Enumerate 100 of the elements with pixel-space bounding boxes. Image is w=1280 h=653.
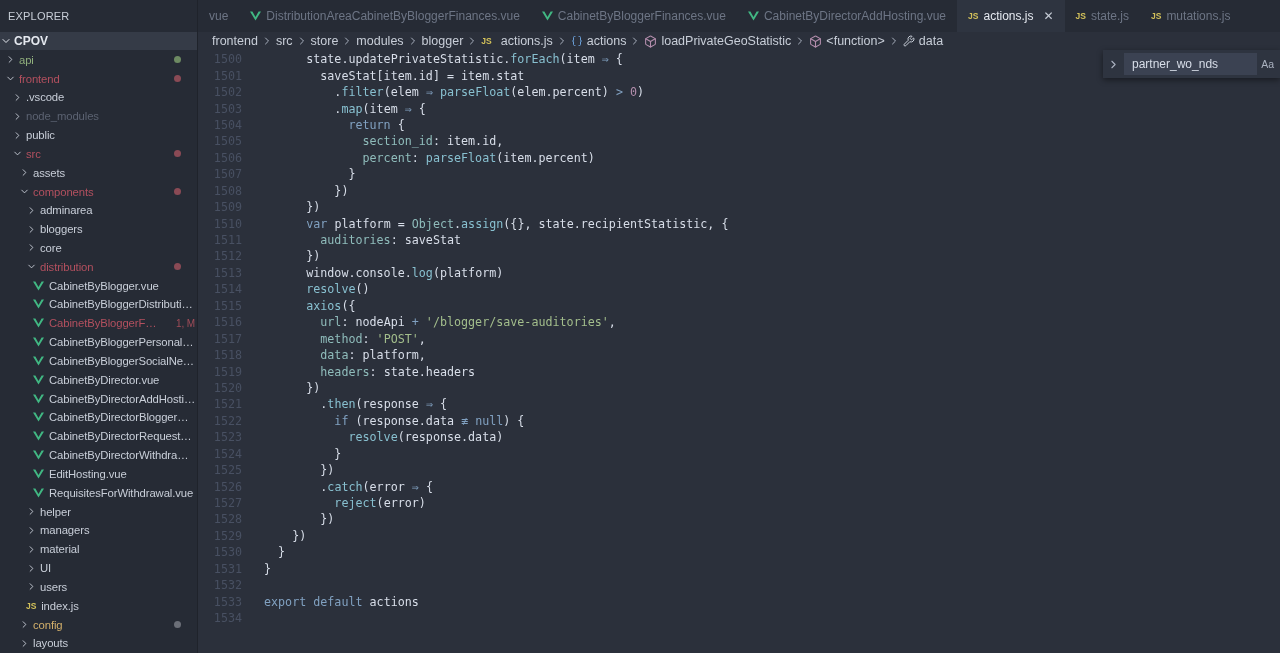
tree-item[interactable]: managers	[0, 521, 197, 540]
tree-item[interactable]: CabinetByBloggerDistributi…	[0, 295, 197, 314]
breadcrumb-item[interactable]: loadPrivateGeoStatistic	[644, 34, 792, 48]
editor-tab[interactable]: JS actions.js ✕	[957, 0, 1065, 32]
tree-item[interactable]: CabinetByDirector.vue	[0, 370, 197, 390]
wrench-icon	[902, 35, 915, 47]
tree-item[interactable]: CabinetByDirectorRequest…	[0, 426, 197, 446]
vue-file-icon	[33, 355, 44, 366]
breadcrumb-item[interactable]: actions	[570, 34, 627, 48]
vue-file-icon	[33, 280, 44, 291]
code-line: resolve()	[305, 282, 370, 297]
vue-file-icon	[33, 337, 44, 348]
problem-count-label: 1, M	[175, 317, 195, 329]
tree-item[interactable]: CabinetByDirectorBlogger…	[0, 408, 197, 427]
editor-tab[interactable]: JS mutations.js	[1139, 0, 1242, 32]
breadcrumb-item[interactable]: blogger	[421, 34, 464, 48]
vue-file-icon	[33, 412, 44, 423]
js-file-icon: JS	[1075, 11, 1086, 21]
js-file-icon: JS	[26, 600, 37, 611]
tree-item[interactable]: CabinetByDirectorAddHosti…	[0, 389, 197, 409]
code-line: .then(response ⇒ {	[319, 397, 447, 412]
code-line: })	[291, 528, 307, 543]
vue-file-icon	[541, 11, 553, 21]
js-file-icon: JS	[481, 36, 492, 46]
explorer-title: EXPLORER	[7, 8, 71, 24]
code-line: }	[333, 446, 342, 461]
code-line: }	[277, 545, 286, 560]
code-line: }	[264, 561, 272, 576]
code-line: .filter(elem ⇒ parseFloat(elem.percent) > 0)	[333, 85, 645, 100]
js-file-icon: JS	[1150, 11, 1162, 21]
code-line: resolve(response.data)	[347, 430, 504, 445]
tree-item[interactable]: CabinetByBloggerPersonal…	[0, 332, 197, 352]
cube-icon	[644, 34, 658, 48]
tree-item[interactable]: UI	[0, 558, 197, 578]
breadcrumb-item[interactable]: frontend	[212, 34, 258, 48]
code-line: export default actions	[264, 594, 419, 609]
tree-item[interactable]: CabinetByBlogger.vue	[0, 276, 197, 296]
tree-item[interactable]: CabinetByBloggerSocialNe…	[0, 351, 197, 371]
tree-item[interactable]: core	[0, 238, 197, 258]
vue-file-icon	[33, 299, 44, 310]
tree-item[interactable]: helper	[0, 502, 197, 521]
tree-item[interactable]: public	[0, 125, 197, 145]
tree-item[interactable]: CabinetByDirectorWithdra…	[0, 445, 197, 465]
workspace-root[interactable]: CPOV	[0, 31, 197, 51]
tree-item[interactable]: material	[0, 539, 197, 559]
tree-item[interactable]: layouts	[0, 633, 197, 653]
editor-tab[interactable]: JS state.js	[1064, 0, 1140, 32]
tree-item[interactable]: .vscode	[0, 87, 197, 107]
close-icon[interactable]: ✕	[1043, 9, 1054, 23]
vue-file-icon	[33, 318, 44, 329]
code-line: data: platform,	[319, 348, 426, 363]
vue-file-icon	[33, 468, 44, 479]
code-line: window.console.log(platform)	[305, 265, 504, 280]
code-line: .catch(error ⇒ {	[319, 479, 433, 494]
code-line: })	[333, 183, 349, 198]
code-line: })	[305, 249, 321, 264]
breadcrumb-item[interactable]: JS actions.js	[481, 34, 553, 48]
js-file-icon: JS	[968, 11, 979, 21]
code-line: })	[305, 200, 321, 215]
code-line: section_id: item.id,	[361, 134, 504, 149]
tree-item[interactable]: EditHosting.vue	[0, 464, 197, 484]
vue-file-icon	[33, 487, 44, 498]
vue-file-icon	[747, 11, 759, 21]
code-line: .map(item ⇒ {	[333, 101, 426, 116]
code-line: if (response.data ≢ null) {	[333, 413, 525, 428]
breadcrumb-item[interactable]: <function>	[809, 34, 885, 48]
variable-icon	[570, 35, 583, 47]
code-line: axios({	[305, 298, 356, 313]
tree-item[interactable]: users	[0, 577, 197, 597]
code-line: headers: state.headers	[319, 364, 476, 379]
tree-item[interactable]: assets	[0, 163, 197, 183]
code-line: reject(error)	[333, 496, 426, 511]
breadcrumb-item[interactable]: src	[275, 34, 293, 48]
code-line: }	[347, 167, 356, 182]
code-line: percent: parseFloat(item.percent)	[361, 150, 595, 165]
vue-file-icon	[33, 450, 44, 461]
vue-file-icon	[250, 11, 262, 21]
tree-item[interactable]: adminarea	[0, 200, 197, 220]
code-line: var platform = Object.assign({}, state.recipientStatistic, {	[305, 216, 729, 231]
code-line: state.updatePrivateStatistic.forEach(item ⇒ {	[305, 52, 623, 67]
tree-item[interactable]: config	[0, 615, 197, 634]
vue-file-icon	[33, 393, 44, 404]
code-line: })	[319, 463, 335, 478]
tree-item[interactable]: RequisitesForWithdrawal.vue	[0, 483, 197, 503]
cube-icon	[809, 34, 823, 48]
code-line: auditories: saveStat	[319, 233, 462, 248]
match-case-toggle[interactable]: Aa	[1261, 58, 1280, 70]
tree-item[interactable]: JS index.js	[0, 596, 197, 616]
code-line: saveStat[item.id] = item.stat	[319, 68, 525, 83]
vue-file-icon	[33, 374, 44, 385]
code-line: url: nodeApi + '/blogger/save-auditories',	[319, 315, 616, 330]
breadcrumb-item[interactable]: store	[310, 34, 339, 48]
vue-file-icon	[33, 431, 44, 442]
breadcrumb-item[interactable]: data	[902, 34, 944, 48]
tree-item[interactable]: bloggers	[0, 219, 197, 239]
code-line: })	[319, 512, 335, 527]
tree-item[interactable]: api	[0, 50, 197, 70]
find-input[interactable]: partner_wo_nds	[1124, 53, 1258, 75]
code-line: method: 'POST',	[319, 331, 426, 346]
breadcrumb-item[interactable]: modules	[356, 34, 404, 48]
